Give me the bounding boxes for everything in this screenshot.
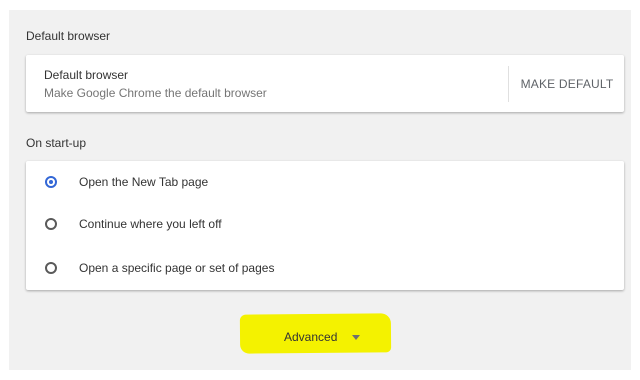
startup-card: Open the New Tab page Continue where you… bbox=[26, 161, 624, 290]
default-browser-title: Default browser bbox=[44, 68, 129, 82]
chevron-down-icon[interactable] bbox=[352, 335, 360, 340]
startup-option-label[interactable]: Open a specific page or set of pages bbox=[79, 260, 274, 276]
startup-option-specific-pages[interactable]: Open a specific page or set of pages bbox=[26, 247, 624, 289]
default-browser-subtitle: Make Google Chrome the default browser bbox=[44, 86, 267, 100]
vertical-divider bbox=[508, 66, 509, 102]
startup-section-title: On start-up bbox=[26, 136, 87, 150]
radio-button-specific-pages[interactable] bbox=[45, 262, 57, 274]
radio-button-new-tab[interactable] bbox=[45, 176, 57, 188]
default-browser-card: Default browser Make Google Chrome the d… bbox=[26, 55, 624, 112]
default-browser-text: Default browser Make Google Chrome the d… bbox=[44, 67, 267, 101]
radio-button-continue[interactable] bbox=[45, 218, 57, 230]
startup-option-new-tab[interactable]: Open the New Tab page bbox=[26, 161, 624, 203]
startup-option-label[interactable]: Open the New Tab page bbox=[79, 174, 208, 190]
startup-option-continue[interactable]: Continue where you left off bbox=[26, 203, 624, 245]
advanced-button[interactable]: Advanced bbox=[284, 329, 337, 345]
default-browser-section-title: Default browser bbox=[26, 29, 111, 43]
startup-option-label[interactable]: Continue where you left off bbox=[79, 216, 222, 232]
make-default-button[interactable]: MAKE DEFAULT bbox=[513, 66, 621, 102]
